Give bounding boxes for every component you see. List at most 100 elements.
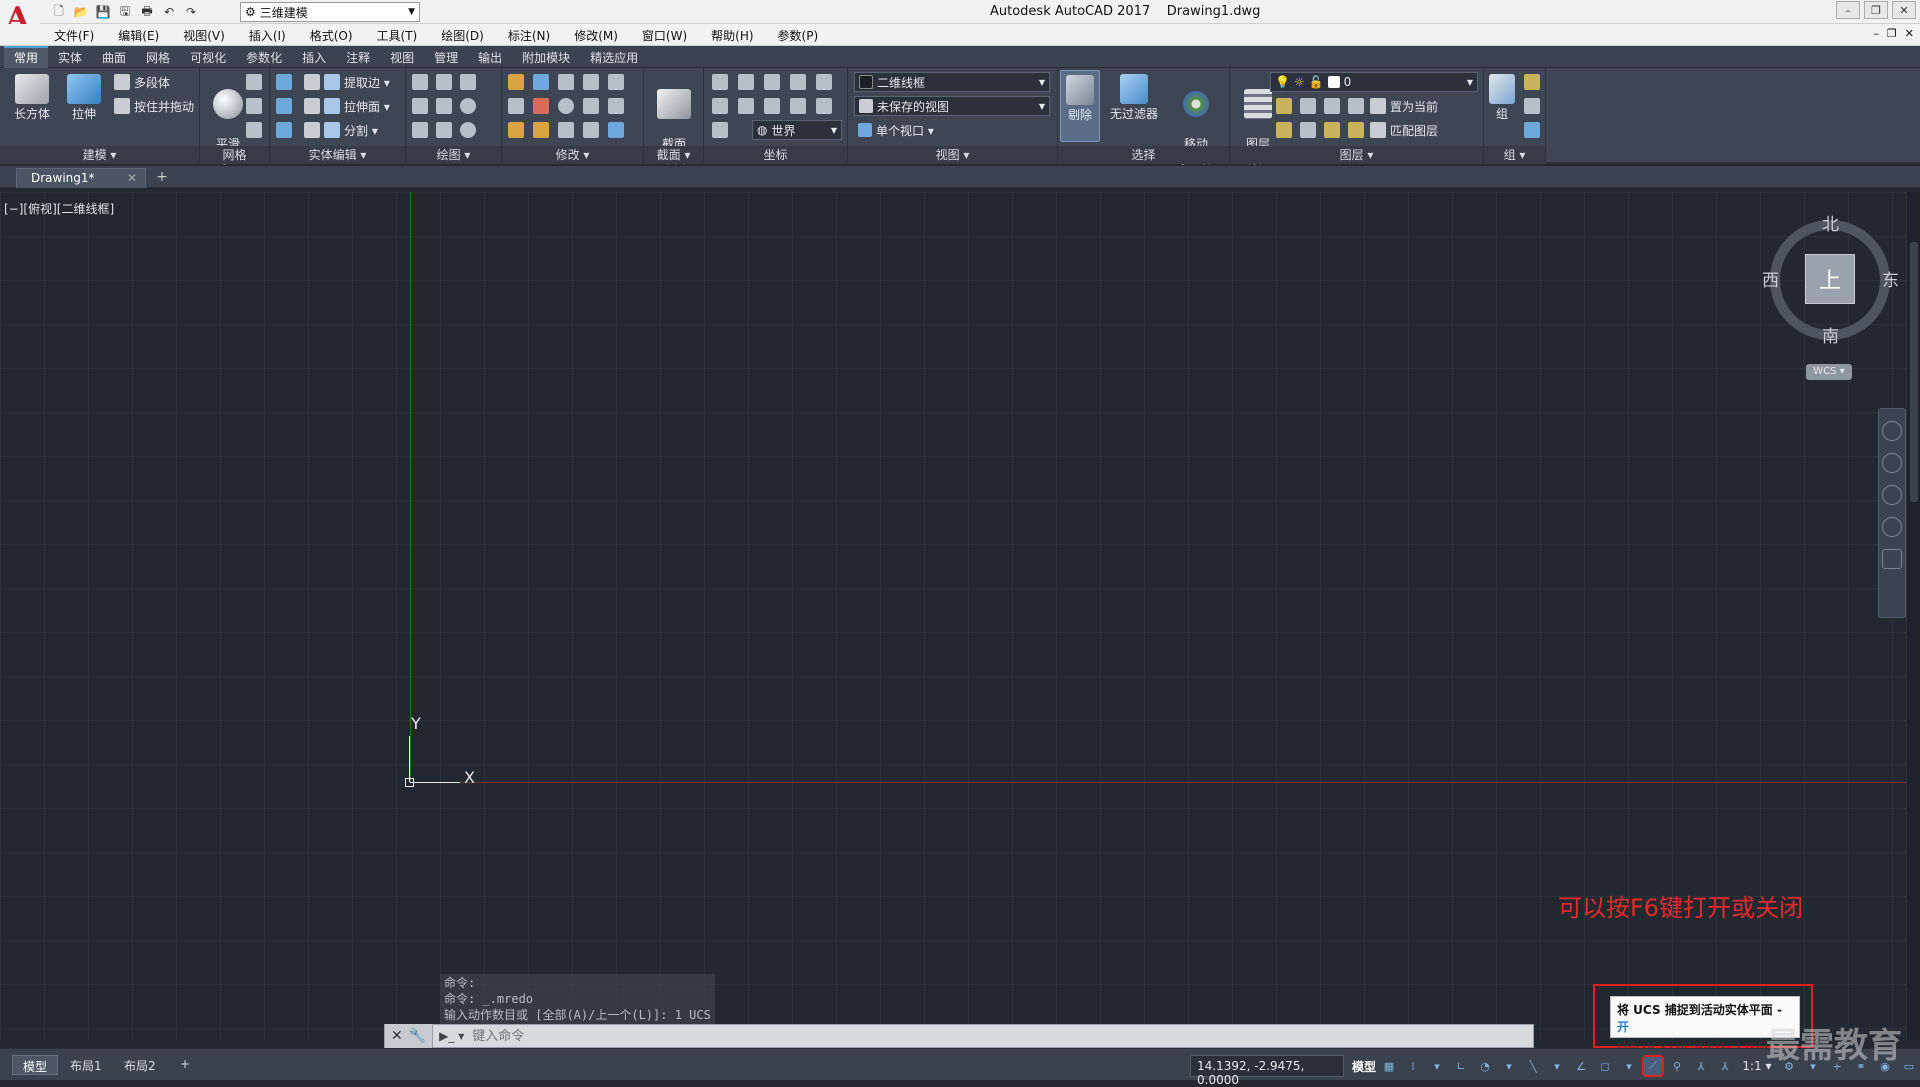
ucs-face-icon[interactable]: [738, 74, 754, 90]
ungroup-button[interactable]: [1524, 72, 1540, 92]
isodraft-icon[interactable]: ╲: [1524, 1057, 1542, 1075]
snap-mode-icon[interactable]: ⁞: [1404, 1057, 1422, 1075]
viewcube[interactable]: 上 北 南 东 西 WCS ▾: [1760, 208, 1900, 388]
rectangle-icon[interactable]: [436, 122, 452, 138]
object-snap-tracking-icon[interactable]: ∠: [1572, 1057, 1590, 1075]
orbit-icon[interactable]: [1882, 517, 1902, 537]
grid-icon[interactable]: ▦: [1380, 1057, 1398, 1075]
menu-insert[interactable]: 插入(I): [249, 27, 286, 44]
redo-icon[interactable]: ↷: [182, 3, 200, 21]
extrude-face-button[interactable]: 拉伸面 ▾: [304, 96, 390, 116]
new-tab-button[interactable]: +: [152, 170, 172, 186]
menu-edit[interactable]: 编辑(E): [118, 27, 159, 44]
mesh-tool-1[interactable]: [246, 72, 262, 92]
ucs-manager-icon[interactable]: [712, 122, 728, 138]
close-icon[interactable]: ✕: [127, 171, 137, 185]
viewport-config-button[interactable]: 单个视口 ▾: [858, 120, 934, 140]
menu-parametric[interactable]: 参数(P): [778, 27, 819, 44]
panel-title-view[interactable]: 视图 ▾: [848, 146, 1057, 164]
command-input[interactable]: [472, 1028, 1533, 1044]
open-file-icon[interactable]: 📂: [72, 3, 90, 21]
box-button[interactable]: 长方体: [8, 74, 56, 122]
rotate-3d-icon[interactable]: [533, 98, 549, 114]
layout-tab-1[interactable]: 布局1: [60, 1055, 112, 1075]
panel-title-groups[interactable]: 组 ▾: [1484, 146, 1545, 164]
layer-off-icon[interactable]: [1276, 98, 1292, 114]
saved-view-dropdown[interactable]: 未保存的视图 ▼: [854, 96, 1050, 116]
layout-tab-2[interactable]: 布局2: [114, 1055, 166, 1075]
scale-icon[interactable]: [558, 122, 574, 138]
extract-edges-button[interactable]: 提取边 ▾: [304, 72, 390, 92]
minimize-button[interactable]: –: [1836, 1, 1860, 19]
new-file-icon[interactable]: 🗋: [50, 3, 68, 21]
panel-title-modify[interactable]: 修改 ▾: [502, 146, 643, 164]
print-icon[interactable]: 🖶: [138, 3, 156, 21]
ucs-x-icon[interactable]: [738, 98, 754, 114]
panel-title-mesh[interactable]: 网格: [200, 146, 269, 164]
viewcube-top-face[interactable]: 上: [1805, 254, 1855, 304]
group-button[interactable]: 组: [1484, 74, 1520, 122]
panel-title-layers[interactable]: 图层 ▾: [1230, 146, 1483, 164]
curve-icon[interactable]: [412, 98, 428, 114]
panel-title-section[interactable]: 截面 ▾: [644, 146, 703, 164]
snap-icon[interactable]: [533, 74, 549, 90]
tab-solid[interactable]: 实体: [48, 46, 92, 68]
zoom-icon[interactable]: [1882, 485, 1902, 505]
tab-manage[interactable]: 管理: [424, 46, 468, 68]
layer-unlock-icon[interactable]: [1348, 122, 1364, 138]
polar-icon[interactable]: ◔: [1476, 1057, 1494, 1075]
ellipse-icon[interactable]: [460, 122, 476, 138]
wcs-menu[interactable]: WCS ▾: [1806, 364, 1852, 380]
maximize-button[interactable]: ❐: [1864, 1, 1888, 19]
panel-title-coordinates[interactable]: 坐标: [704, 146, 847, 164]
tab-surface[interactable]: 曲面: [92, 46, 136, 68]
ucs-object-icon[interactable]: [816, 74, 832, 90]
panel-title-modeling[interactable]: 建模 ▾: [0, 146, 199, 164]
trim-icon[interactable]: [508, 74, 524, 90]
copy-icon[interactable]: [583, 98, 599, 114]
close-button[interactable]: ✕: [1892, 1, 1916, 19]
compass-south[interactable]: 南: [1822, 322, 1839, 347]
compass-west[interactable]: 西: [1762, 266, 1779, 291]
save-icon[interactable]: 💾: [94, 3, 112, 21]
move-icon[interactable]: [558, 74, 574, 90]
tab-home[interactable]: 常用: [4, 46, 49, 68]
menu-modify[interactable]: 修改(M): [574, 27, 618, 44]
save-as-icon[interactable]: 🖫: [116, 3, 134, 21]
circle-icon[interactable]: [460, 98, 476, 114]
tab-addins[interactable]: 附加模块: [512, 46, 580, 68]
menu-help[interactable]: 帮助(H): [711, 27, 753, 44]
menu-view[interactable]: 视图(V): [183, 27, 225, 44]
ucs-view-icon[interactable]: [790, 74, 806, 90]
chevron-down-icon[interactable]: ▾: [1620, 1057, 1638, 1075]
selection-filter-icon[interactable]: ⚲: [1668, 1057, 1686, 1075]
tab-output[interactable]: 输出: [468, 46, 512, 68]
tab-parametric[interactable]: 参数化: [236, 46, 292, 68]
recent-commands-button[interactable]: ▶_ ▾: [439, 1029, 464, 1043]
mirror-icon[interactable]: [583, 122, 599, 138]
culling-button[interactable]: 剔除: [1060, 70, 1100, 142]
menu-dimension[interactable]: 标注(N): [508, 27, 550, 44]
compass-north[interactable]: 北: [1822, 210, 1839, 235]
tab-visualize[interactable]: 可视化: [180, 46, 236, 68]
offset-icon[interactable]: [608, 74, 624, 90]
align-icon[interactable]: [533, 122, 549, 138]
close-icon[interactable]: ✕: [391, 1028, 403, 1044]
fillet-3d-icon[interactable]: [508, 98, 524, 114]
visual-style-dropdown[interactable]: 二维线框 ▼: [854, 72, 1050, 92]
doc-tab-drawing1[interactable]: Drawing1* ✕: [16, 168, 146, 188]
polyline-icon[interactable]: [412, 74, 428, 90]
separate-button[interactable]: 分割 ▾: [304, 120, 378, 140]
intersect-button[interactable]: [276, 120, 292, 140]
ortho-icon[interactable]: ∟: [1452, 1057, 1470, 1075]
layout-tab-model[interactable]: 模型: [12, 1055, 59, 1075]
gizmo-toggle-icon[interactable]: ⅄: [1692, 1057, 1710, 1075]
erase-icon[interactable]: [508, 122, 524, 138]
menu-format[interactable]: 格式(O): [310, 27, 353, 44]
doc-minimize-button[interactable]: –: [1873, 27, 1879, 40]
ucs-icon[interactable]: [712, 74, 728, 90]
set-current-button[interactable]: 置为当前: [1370, 96, 1438, 116]
polysolid-button[interactable]: 多段体: [114, 72, 170, 92]
layer-freeze-icon[interactable]: [1324, 98, 1340, 114]
layer-isolate-icon[interactable]: [1300, 98, 1316, 114]
